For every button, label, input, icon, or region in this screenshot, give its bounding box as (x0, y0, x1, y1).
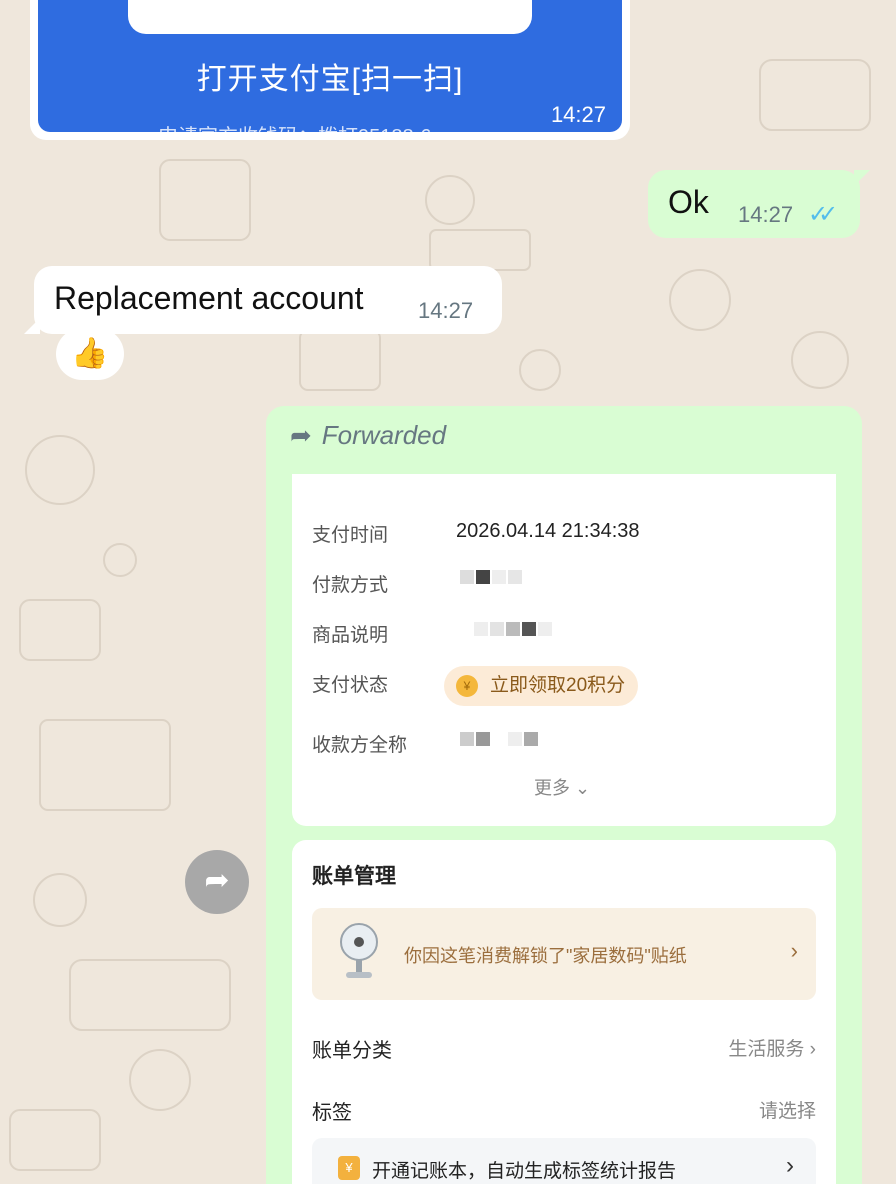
bill-management-title: 账单管理 (312, 865, 396, 888)
image-message-bubble[interactable]: 打开支付宝[扫一扫] 申请官方收钱码：拨打95188-6 14:27 (30, 0, 630, 140)
alipay-qr-image[interactable]: 打开支付宝[扫一扫] 申请官方收钱码：拨打95188-6 14:27 (38, 0, 622, 132)
chevron-right-icon: › (809, 1039, 816, 1060)
pay-time-value: 2026.04.14 21:34:38 (456, 520, 640, 542)
scan-instruction: 打开支付宝[扫一扫] (196, 63, 464, 96)
desk-fan-sticker-icon (340, 923, 378, 978)
apply-hint: 申请官方收钱码：拨打95188-6 (158, 120, 431, 132)
forward-share-button[interactable]: ➦ (185, 850, 249, 914)
ledger-yuan-icon: ¥ (338, 1156, 360, 1180)
sticker-unlock-text: 你因这笔消费解锁了"家居数码"贴纸 (404, 946, 687, 966)
payee-label: 收款方全称 (312, 735, 408, 756)
chevron-down-icon: ⌄ (575, 778, 591, 798)
thumbs-up-reaction[interactable]: 👍 (56, 328, 124, 380)
forwarded-label: ➦ Forwarded (290, 420, 446, 451)
qr-code-area (128, 0, 532, 34)
forwarded-text: Forwarded (321, 420, 447, 450)
bill-category-select[interactable]: 生活服务 › (728, 1034, 816, 1061)
points-coin-icon: ¥ (456, 675, 478, 697)
sticker-unlock-banner[interactable]: 你因这笔消费解锁了"家居数码"贴纸 › (312, 908, 816, 1000)
double-check-read-icon: ✓✓ (808, 201, 838, 228)
outgoing-message-bubble[interactable]: Ok 14:27 ✓✓ (648, 170, 870, 238)
ledger-promo-text: 开通记账本，自动生成标签统计报告 (372, 1161, 677, 1182)
forward-arrow-icon: ➦ (290, 420, 312, 450)
message-time: 14:27 (418, 298, 474, 323)
chevron-right-icon: › (786, 1152, 794, 1179)
bill-category-label: 账单分类 (312, 1040, 392, 1062)
message-text: Ok (668, 184, 709, 220)
pixelated-redaction (460, 570, 524, 592)
message-time: 14:27 (738, 202, 794, 227)
share-arrow-icon: ➦ (204, 864, 230, 897)
message-text: Replacement account (54, 280, 364, 316)
product-label: 商品说明 (312, 625, 389, 646)
pay-method-label: 付款方式 (312, 575, 389, 596)
ledger-promo-banner[interactable]: ¥ 开通记账本，自动生成标签统计报告 › (312, 1138, 816, 1184)
message-time: 14:27 (550, 102, 606, 127)
claim-points-text: 立即领取20积分 (490, 675, 626, 696)
pixelated-redaction (460, 732, 540, 754)
pixelated-redaction (474, 622, 554, 644)
more-text: 更多 (534, 778, 570, 798)
claim-points-button[interactable]: ¥ 立即领取20积分 (444, 666, 638, 706)
tag-select[interactable]: 请选择 (759, 1096, 816, 1123)
tag-label: 标签 (312, 1102, 352, 1124)
incoming-message-bubble[interactable]: Replacement account 14:27 (24, 266, 502, 334)
pay-time-label: 支付时间 (312, 525, 389, 546)
more-details-link[interactable]: 更多 ⌄ (534, 774, 590, 800)
bill-management-card: 账单管理 你因这笔消费解锁了"家居数码"贴纸 › 账单分类 生活服务 › 标签 … (292, 840, 836, 1184)
chevron-right-icon: › (790, 938, 798, 963)
pay-status-label: 支付状态 (312, 675, 389, 696)
bill-category-value: 生活服务 (728, 1039, 805, 1060)
payment-receipt-card[interactable]: 支付时间 2026.04.14 21:34:38 付款方式 商品说明 支付状态 … (292, 474, 836, 826)
